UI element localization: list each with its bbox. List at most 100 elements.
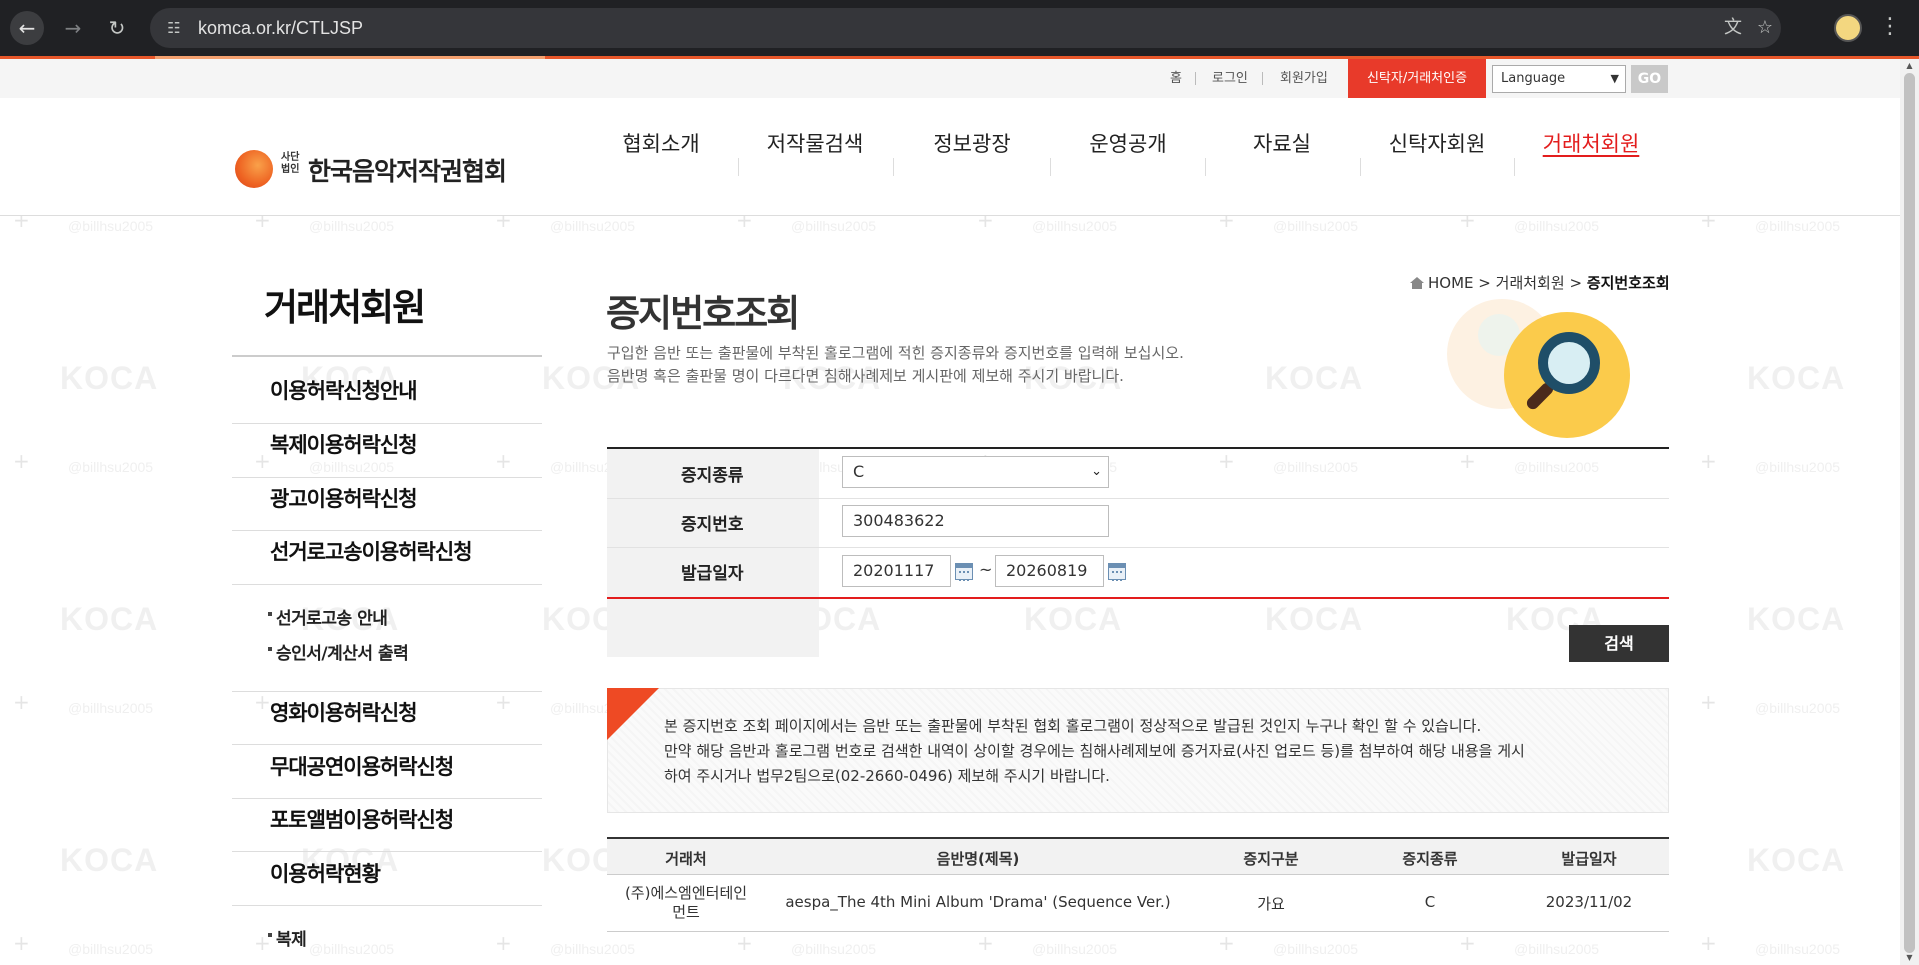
logo-mark-icon xyxy=(235,150,273,188)
go-button[interactable]: GO xyxy=(1631,65,1668,93)
util-join-link[interactable]: 회원가입 xyxy=(1280,59,1328,98)
watermark-handle: @billhsu2005 xyxy=(309,459,395,475)
gnb-item-archive[interactable]: 자료실 xyxy=(1253,128,1311,158)
watermark-cross-icon: + xyxy=(495,931,512,955)
stamp-number-label: 증지번호 xyxy=(681,515,744,535)
issue-date-to-input[interactable]: 20260819 xyxy=(995,555,1104,587)
watermark-cross-icon: + xyxy=(254,690,271,714)
watermark-cross-icon: + xyxy=(1459,931,1476,955)
profile-avatar[interactable] xyxy=(1834,14,1862,42)
gnb-item-works-search[interactable]: 저작물검색 xyxy=(767,128,864,158)
utility-bar: 홈 로그인 회원가입 신탁자/거래처인증 Language ▼ GO xyxy=(0,59,1900,98)
member-cert-button[interactable]: 신탁자/거래처인증 xyxy=(1348,59,1486,98)
star-icon[interactable]: ☆ xyxy=(1754,17,1776,39)
address-bar[interactable]: ☷ komca.or.kr/CTLJSP 文 ☆ xyxy=(150,8,1781,48)
watermark-handle: @billhsu2005 xyxy=(68,218,154,234)
watermark-logo: KOCA xyxy=(60,360,159,396)
form-row-divider xyxy=(607,547,1669,548)
watermark-cross-icon: + xyxy=(254,449,271,473)
breadcrumb-home[interactable]: HOME xyxy=(1428,274,1474,292)
issue-date-from-input[interactable]: 20201117 xyxy=(842,555,951,587)
gnb-item-disclosure[interactable]: 운영공개 xyxy=(1089,128,1166,158)
calendar-icon[interactable] xyxy=(1108,563,1126,581)
notice-line: 만약 해당 음반과 홀로그램 번호로 검색한 내역이 상이할 경우에는 침해사례… xyxy=(664,742,1525,760)
sidebar-item-reproduction[interactable]: 복제이용허락신청 xyxy=(270,429,418,459)
watermark-handle: @billhsu2005 xyxy=(1032,218,1118,234)
sidebar-item-election-song[interactable]: 선거로고송이용허락신청 xyxy=(270,536,473,566)
language-select[interactable]: Language ▼ xyxy=(1492,65,1626,93)
page-description-line: 구입한 음반 또는 출판물에 부착된 홀로그램에 적힌 증지종류와 증지번호를 … xyxy=(607,344,1184,362)
table-header-client: 거래처 xyxy=(665,850,707,868)
table-cell-client-line: (주)에스엠엔터테인 xyxy=(624,884,748,902)
sidebar-item-photo-album[interactable]: 포토앨범이용허락신청 xyxy=(270,804,454,834)
magnifier-illustration-icon xyxy=(1504,312,1630,438)
scroll-up-icon[interactable]: ▲ xyxy=(1904,61,1915,71)
sidebar-item-stage-performance[interactable]: 무대공연이용허락신청 xyxy=(270,751,454,781)
scroll-down-icon[interactable]: ▼ xyxy=(1904,953,1915,963)
sidebar-item-film[interactable]: 영화이용허락신청 xyxy=(270,697,418,727)
watermark-handle: @billhsu2005 xyxy=(1514,459,1600,475)
gnb-item-about[interactable]: 협회소개 xyxy=(622,128,699,158)
table-header-stamp-type: 증지종류 xyxy=(1402,850,1458,868)
reload-icon[interactable]: ↻ xyxy=(100,11,134,45)
stamp-type-select[interactable]: C ⌄ xyxy=(842,456,1109,488)
issue-date-label: 발급일자 xyxy=(681,564,744,584)
notice-box: 본 증지번호 조회 페이지에서는 음반 또는 출판물에 부착된 협회 홀로그램이… xyxy=(607,688,1669,813)
util-login-link[interactable]: 로그인 xyxy=(1212,59,1248,98)
page-scrollbar[interactable]: ▲ ▼ xyxy=(1900,59,1919,965)
bullet-icon xyxy=(268,612,272,616)
browser-toolbar: ← → ↻ ☷ komca.or.kr/CTLJSP 文 ☆ ⋮ xyxy=(0,0,1919,56)
sidebar-divider xyxy=(232,744,542,745)
back-arrow-icon[interactable]: ← xyxy=(10,11,44,45)
sidebar-divider xyxy=(232,584,542,585)
breadcrumb-level1[interactable]: 거래처회원 xyxy=(1496,274,1565,292)
table-header-album: 음반명(제목) xyxy=(936,850,1020,868)
sidebar-sub-approval-print[interactable]: 승인서/계산서 출력 xyxy=(268,639,409,664)
page-description: 구입한 음반 또는 출판물에 부착된 홀로그램에 적힌 증지종류와 증지번호를 … xyxy=(607,342,1184,388)
breadcrumb: HOME > 거래처회원 > 증지번호조회 xyxy=(1410,272,1670,293)
kebab-menu-icon[interactable]: ⋮ xyxy=(1878,12,1902,42)
sidebar-sub-reproduction[interactable]: 복제 xyxy=(268,925,307,950)
site-info-icon[interactable]: ☷ xyxy=(164,18,184,38)
date-range-tilde: ~ xyxy=(979,560,993,579)
sidebar-divider xyxy=(232,905,542,906)
page-description-line: 음반명 혹은 출판물 명이 다르다면 침해사례제보 게시판에 제보해 주시기 바… xyxy=(607,367,1124,385)
watermark-handle: @billhsu2005 xyxy=(1755,459,1841,475)
watermark-handle: @billhsu2005 xyxy=(791,941,877,957)
stamp-type-value: C xyxy=(853,462,865,481)
table-cell-issue-date: 2023/11/02 xyxy=(1545,893,1633,911)
watermark-handle: @billhsu2005 xyxy=(1755,700,1841,716)
watermark-cross-icon: + xyxy=(1700,931,1717,955)
calendar-icon[interactable] xyxy=(955,563,973,581)
scrollbar-thumb[interactable] xyxy=(1904,73,1915,953)
watermark-handle: @billhsu2005 xyxy=(1755,941,1841,957)
forward-arrow-icon[interactable]: → xyxy=(56,11,90,45)
table-header-issue-date: 발급일자 xyxy=(1561,850,1617,868)
stamp-number-input[interactable]: 300483622 xyxy=(842,505,1109,537)
watermark-handle: @billhsu2005 xyxy=(1032,941,1118,957)
watermark-cross-icon: + xyxy=(1700,449,1717,473)
gnb-item-client-member[interactable]: 거래처회원 xyxy=(1543,128,1640,158)
watermark-cross-icon: + xyxy=(1218,449,1235,473)
watermark-handle: @billhsu2005 xyxy=(68,700,154,716)
watermark-cross-icon: + xyxy=(13,449,30,473)
url-text[interactable]: komca.or.kr/CTLJSP xyxy=(198,8,363,48)
util-separator xyxy=(1262,72,1263,85)
sidebar-item-permission-status[interactable]: 이용허락현황 xyxy=(270,858,381,888)
search-button[interactable]: 검색 xyxy=(1569,625,1669,662)
table-cell-stamp-category: 가요 xyxy=(1257,895,1285,913)
sidebar-item-advertising[interactable]: 광고이용허락신청 xyxy=(270,483,418,513)
sidebar-sub-label: 승인서/계산서 출력 xyxy=(276,644,409,664)
watermark-logo: KOCA xyxy=(1747,842,1846,878)
watermark-logo: KOCA xyxy=(1265,601,1364,637)
sidebar-item-permission-guide[interactable]: 이용허락신청안내 xyxy=(270,375,418,405)
watermark-logo: KOCA xyxy=(1265,360,1364,396)
sidebar-sub-election-guide[interactable]: 선거로고송 안내 xyxy=(268,604,388,629)
site-logo[interactable]: 사단법인 한국음악저작권협회 xyxy=(235,148,545,192)
translate-icon[interactable]: 文 xyxy=(1722,17,1744,39)
gnb-item-info-plaza[interactable]: 정보광장 xyxy=(933,128,1010,158)
form-row-divider xyxy=(607,498,1669,499)
gnb-item-trust-member[interactable]: 신탁자회원 xyxy=(1389,128,1486,158)
watermark-handle: @billhsu2005 xyxy=(550,218,636,234)
util-home-link[interactable]: 홈 xyxy=(1170,59,1182,98)
